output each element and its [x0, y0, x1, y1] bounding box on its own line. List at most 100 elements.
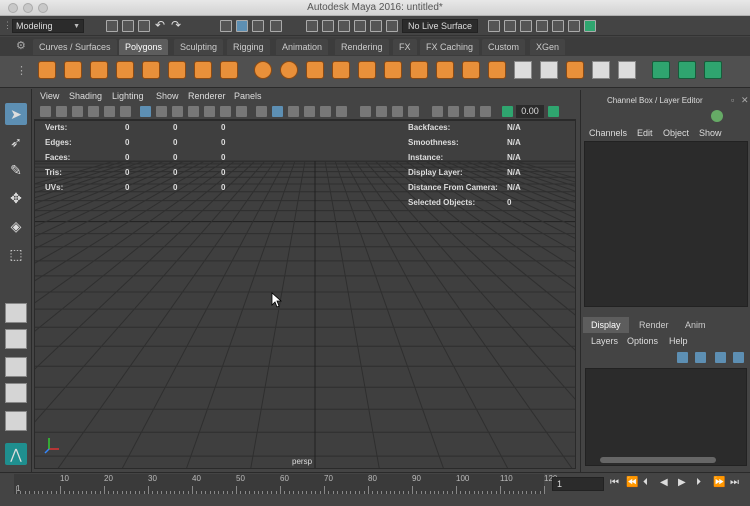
film-gate-icon[interactable]	[156, 106, 167, 117]
new-layer-icon[interactable]	[715, 352, 726, 363]
undo-icon[interactable]: ↶	[155, 18, 165, 32]
move-layer-down-icon[interactable]	[695, 352, 706, 363]
fill-hole-icon[interactable]	[488, 61, 506, 79]
open-scene-icon[interactable]	[122, 20, 134, 32]
minimize-window-button[interactable]	[23, 3, 33, 13]
depth-of-field-icon[interactable]	[408, 106, 419, 117]
bridge-icon[interactable]	[410, 61, 428, 79]
move-layer-up-icon[interactable]	[677, 352, 688, 363]
play-backwards-icon[interactable]: ◀	[660, 477, 668, 488]
isolate-select-icon[interactable]	[432, 106, 443, 117]
shelf-options-icon[interactable]: ⚙	[16, 39, 26, 52]
shelf-tab-fx[interactable]: FX	[393, 39, 417, 55]
shelf-tab-curves-surfaces[interactable]: Curves / Surfaces	[33, 39, 117, 55]
menu-shading[interactable]: Shading	[69, 91, 102, 101]
wireframe-on-shaded-icon[interactable]	[288, 106, 299, 117]
xray-icon[interactable]	[448, 106, 459, 117]
shelf-tab-rendering[interactable]: Rendering	[335, 39, 389, 55]
image-plane-icon[interactable]	[88, 106, 99, 117]
exposure-field[interactable]: 0.00	[516, 105, 544, 118]
persp-outliner-layout-button[interactable]	[5, 357, 27, 377]
shelf-menu-icon[interactable]: ⋮	[16, 64, 27, 77]
tab-anim[interactable]: Anim	[677, 317, 714, 333]
cut-uv-icon[interactable]	[678, 61, 696, 79]
render-view-icon[interactable]	[552, 20, 564, 32]
use-all-lights-icon[interactable]	[320, 106, 331, 117]
render-frame-icon[interactable]	[488, 20, 500, 32]
poly-cube-icon[interactable]	[64, 61, 82, 79]
tab-display[interactable]: Display	[583, 317, 629, 333]
persp-graph-layout-button[interactable]	[5, 383, 27, 403]
cb-menu-show[interactable]: Show	[699, 128, 722, 138]
scale-tool[interactable]: ⬚	[5, 243, 27, 265]
layer-list-scrollbar[interactable]	[600, 457, 716, 463]
close-window-button[interactable]	[8, 3, 18, 13]
smooth-shade-icon[interactable]	[272, 106, 283, 117]
menu-lighting[interactable]: Lighting	[112, 91, 144, 101]
menu-show[interactable]: Show	[156, 91, 179, 101]
zoom-window-button[interactable]	[38, 3, 48, 13]
bookmark-icon[interactable]	[72, 106, 83, 117]
cb-menu-channels[interactable]: Channels	[589, 128, 627, 138]
four-pane-layout-button[interactable]	[5, 329, 27, 349]
current-frame-field[interactable]: 1	[552, 477, 604, 491]
shelf-tab-xgen[interactable]: XGen	[530, 39, 566, 55]
poly-cylinder-icon[interactable]	[90, 61, 108, 79]
menu-panels[interactable]: Panels	[234, 91, 262, 101]
two-d-pan-icon[interactable]	[104, 106, 115, 117]
menu-set-select[interactable]: Modeling ▼	[12, 19, 84, 33]
select-object-icon[interactable]	[236, 20, 248, 32]
shelf-tab-sculpting[interactable]: Sculpting	[174, 39, 224, 55]
lasso-tool[interactable]: ➶	[5, 131, 27, 153]
field-chart-icon[interactable]	[204, 106, 215, 117]
hypershade-layout-button[interactable]	[5, 411, 27, 431]
play-forwards-icon[interactable]: ▶	[678, 477, 686, 488]
cb-menu-edit[interactable]: Edit	[637, 128, 653, 138]
go-to-end-icon[interactable]: ⏭	[730, 477, 739, 488]
layout-uvs-icon[interactable]	[618, 61, 636, 79]
le-menu-layers[interactable]: Layers	[591, 336, 618, 346]
gamma-icon[interactable]	[548, 106, 559, 117]
bevel-icon[interactable]	[358, 61, 376, 79]
camera-attributes-icon[interactable]	[56, 106, 67, 117]
grid-toggle-icon[interactable]	[140, 106, 151, 117]
select-tool[interactable]: ➤	[5, 103, 27, 125]
safe-title-icon[interactable]	[236, 106, 247, 117]
create-uv-shell-icon[interactable]	[652, 61, 670, 79]
tab-render[interactable]: Render	[631, 317, 677, 333]
new-scene-icon[interactable]	[106, 20, 118, 32]
single-pane-layout-button[interactable]	[5, 303, 27, 323]
le-menu-help[interactable]: Help	[669, 336, 688, 346]
sew-uv-icon[interactable]	[704, 61, 722, 79]
shelf-tab-polygons[interactable]: Polygons	[119, 39, 169, 55]
resolution-gate-icon[interactable]	[172, 106, 183, 117]
move-tool[interactable]: ✥	[5, 187, 27, 209]
motion-blur-icon[interactable]	[376, 106, 387, 117]
shelf-tab-rigging[interactable]: Rigging	[227, 39, 270, 55]
step-forward-frame-icon[interactable]: ⏩	[713, 477, 725, 488]
uv-editor-icon[interactable]	[566, 61, 584, 79]
gate-mask-icon[interactable]	[188, 106, 199, 117]
live-surface-field[interactable]: No Live Surface	[402, 19, 478, 33]
xray-components-icon[interactable]	[480, 106, 491, 117]
poly-pipe-icon[interactable]	[220, 61, 238, 79]
shelf-tab-animation[interactable]: Animation	[276, 39, 329, 55]
menu-view[interactable]: View	[40, 91, 59, 101]
menu-renderer[interactable]: Renderer	[188, 91, 226, 101]
target-weld-icon[interactable]	[462, 61, 480, 79]
snap-point-icon[interactable]	[338, 20, 350, 32]
select-component-icon[interactable]	[252, 20, 264, 32]
paint-select-tool[interactable]: ✎	[5, 159, 27, 181]
multi-cut-icon[interactable]	[436, 61, 454, 79]
planar-map-icon[interactable]	[514, 61, 532, 79]
poly-torus-icon[interactable]	[168, 61, 186, 79]
combine-icon[interactable]	[254, 61, 272, 79]
render-settings-icon[interactable]	[520, 20, 532, 32]
save-scene-icon[interactable]	[138, 20, 150, 32]
shelf-tab-custom[interactable]: Custom	[482, 39, 526, 55]
attribute-editor-toggle-icon[interactable]	[711, 110, 723, 122]
poly-pyramid-icon[interactable]	[194, 61, 212, 79]
checker-map-icon[interactable]	[592, 61, 610, 79]
automatic-map-icon[interactable]	[540, 61, 558, 79]
float-panel-icon[interactable]: ▫	[731, 95, 734, 105]
